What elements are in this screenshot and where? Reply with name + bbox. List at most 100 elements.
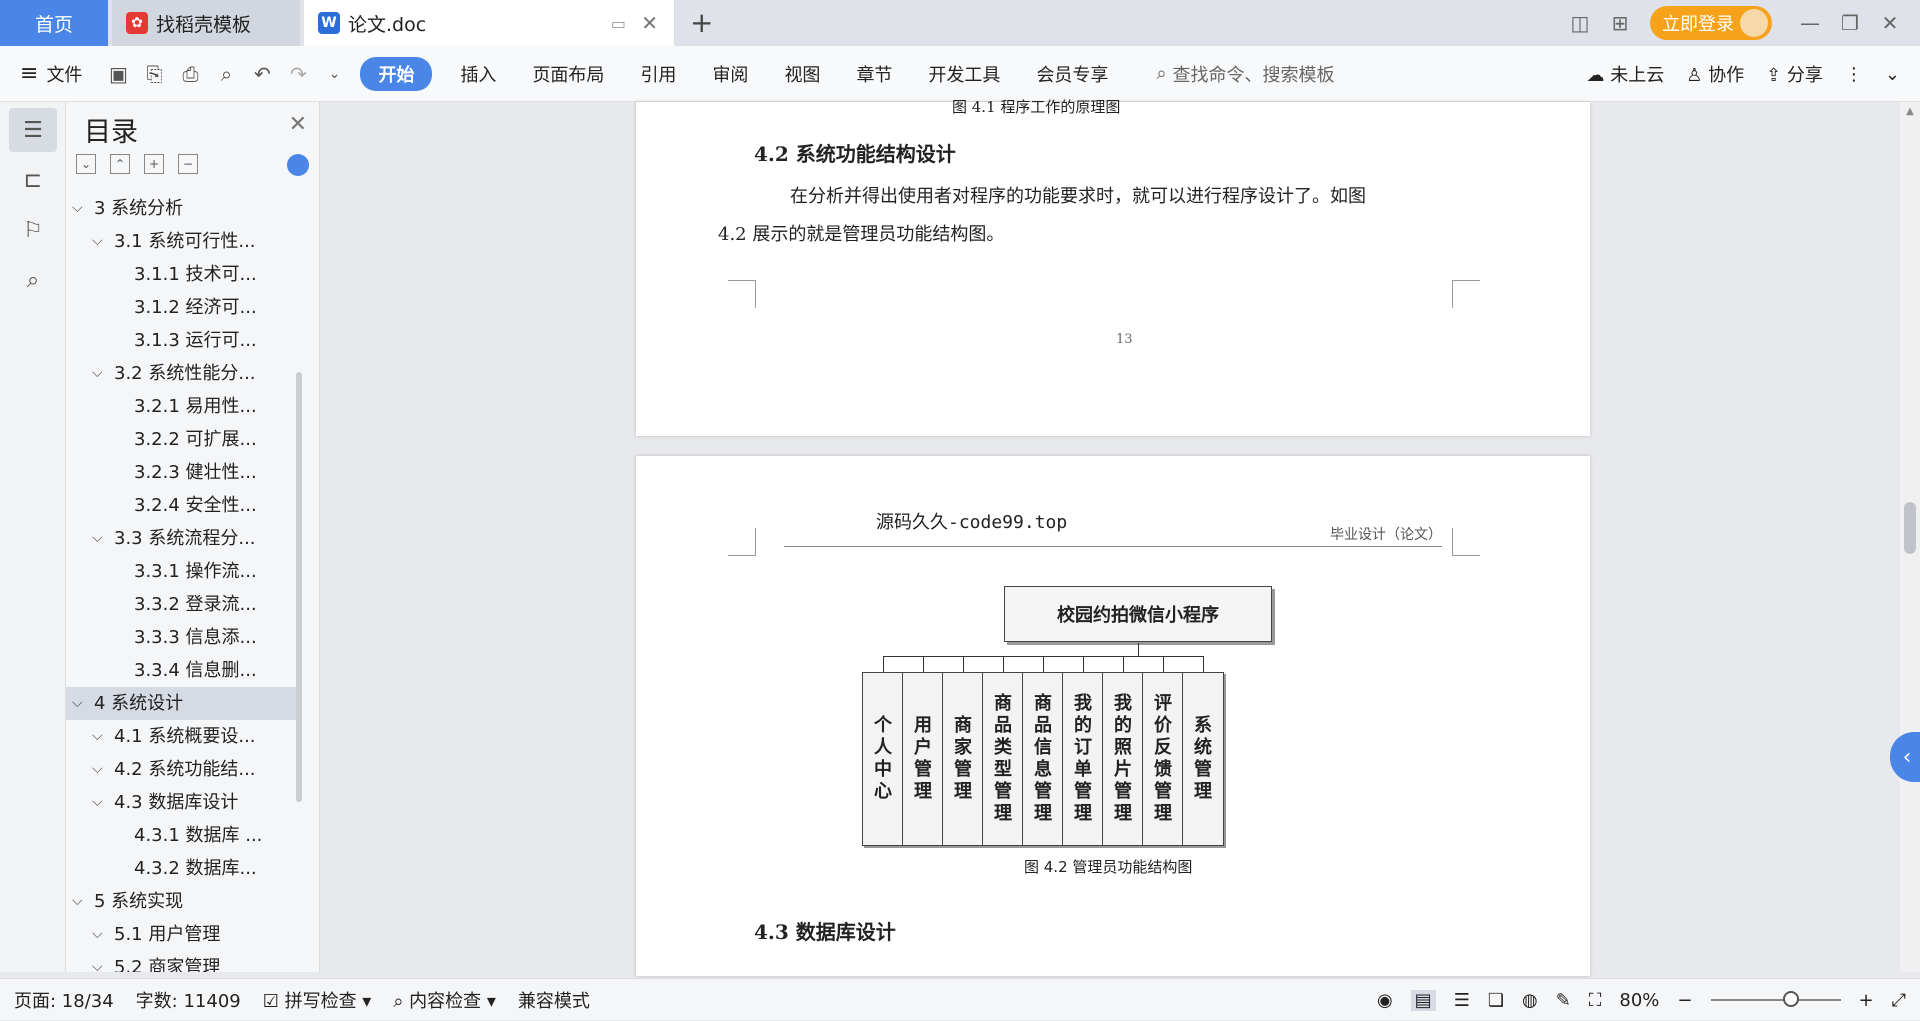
undo-icon[interactable]: ↶ xyxy=(244,62,280,86)
redo-icon[interactable]: ↷ xyxy=(280,62,316,86)
toc-item[interactable]: ⌵ 5.2 商家管理 xyxy=(66,951,296,972)
page-view-icon[interactable]: ▤ xyxy=(1410,989,1436,1011)
menu-reference[interactable]: 引用 xyxy=(622,61,694,87)
fit-page-icon[interactable]: ⛶ xyxy=(1589,990,1602,1011)
collapse-all-icon[interactable]: ⌄ xyxy=(76,154,96,174)
zoom-out-icon[interactable]: − xyxy=(1677,990,1692,1011)
cloud-button[interactable]: ☁ 未上云 xyxy=(1586,61,1664,87)
share-button[interactable]: ⇪ 分享 xyxy=(1766,61,1823,87)
export-pdf-icon[interactable]: ⎘ xyxy=(136,62,172,86)
scroll-up-icon[interactable]: ▲ xyxy=(1900,106,1920,117)
chevron-down-icon[interactable]: ⌵ xyxy=(92,522,103,555)
close-window-icon[interactable]: ✕ xyxy=(1870,11,1910,35)
minimize-icon[interactable]: — xyxy=(1790,11,1830,35)
restore-icon[interactable]: ❐ xyxy=(1830,11,1870,35)
chevron-down-icon[interactable]: ⌵ xyxy=(92,720,103,753)
scroll-thumb[interactable] xyxy=(1904,502,1916,554)
read-view-icon[interactable]: ❏ xyxy=(1488,990,1504,1011)
tab-document[interactable]: W 论文.doc ▭ ✕ xyxy=(304,0,674,46)
menu-start[interactable]: 开始 xyxy=(360,56,433,91)
toc-item[interactable]: 3.1.2 经济可... xyxy=(66,291,296,324)
toc-item[interactable]: 3.2.1 易用性... xyxy=(66,390,296,423)
more-options-icon[interactable]: ⋮ xyxy=(1845,64,1863,85)
toc-item[interactable]: ⌵ 4 系统设计 xyxy=(66,687,296,720)
eye-protect-icon[interactable]: ◉ xyxy=(1377,990,1393,1011)
chevron-down-icon[interactable]: ⌵ xyxy=(92,786,103,819)
toc-item[interactable]: 3.3.1 操作流... xyxy=(66,555,296,588)
chevron-down-icon[interactable]: ⌵ xyxy=(92,357,103,390)
login-button[interactable]: 立即登录 xyxy=(1650,6,1772,40)
tab-home[interactable]: 首页 xyxy=(0,0,108,46)
tab-template[interactable]: ✿ 找稻壳模板 xyxy=(112,0,300,46)
toc-item[interactable]: ⌵ 4.2 系统功能结... xyxy=(66,753,296,786)
remove-heading-icon[interactable]: − xyxy=(178,154,198,174)
toc-item[interactable]: 3.1.3 运行可... xyxy=(66,324,296,357)
add-tab-icon[interactable]: + xyxy=(690,6,713,39)
toc-scrollbar[interactable] xyxy=(296,372,302,802)
page-indicator[interactable]: 页面: 18/34 xyxy=(14,987,114,1013)
toc-item[interactable]: ⌵ 3.2 系统性能分... xyxy=(66,357,296,390)
toc-item[interactable]: ⌵ 3 系统分析 xyxy=(66,192,296,225)
toc-item[interactable]: ⌵ 3.3 系统流程分... xyxy=(66,522,296,555)
menu-page-layout[interactable]: 页面布局 xyxy=(514,61,622,87)
chevron-down-icon[interactable]: ⌵ xyxy=(72,192,83,225)
fullscreen-icon[interactable]: ⤢ xyxy=(1892,990,1906,1011)
toc-item[interactable]: ⌵ 5 系统实现 xyxy=(66,885,296,918)
zoom-in-icon[interactable]: + xyxy=(1859,990,1874,1011)
print-preview-icon[interactable]: ⌕ xyxy=(208,62,244,86)
find-icon[interactable]: ⌕ xyxy=(9,258,57,302)
toc-item[interactable]: 3.3.2 登录流... xyxy=(66,588,296,621)
apps-grid-icon[interactable]: ⊞ xyxy=(1600,11,1640,35)
bookmark-icon[interactable]: ⚐ xyxy=(9,208,57,252)
navigation-icon[interactable]: ⊏ xyxy=(9,158,57,202)
expand-all-icon[interactable]: ⌃ xyxy=(110,154,130,174)
menu-insert[interactable]: 插入 xyxy=(442,61,514,87)
menu-member[interactable]: 会员专享 xyxy=(1018,61,1126,87)
menu-view[interactable]: 视图 xyxy=(766,61,838,87)
chevron-down-icon[interactable]: ⌵ xyxy=(92,918,103,951)
monitor-icon[interactable]: ▭ xyxy=(611,14,626,33)
file-menu-button[interactable]: ≡ 文件 xyxy=(20,61,82,87)
word-count[interactable]: 字数: 11409 xyxy=(136,987,241,1013)
chevron-down-icon[interactable]: ⌵ xyxy=(72,885,83,918)
menu-review[interactable]: 审阅 xyxy=(694,61,766,87)
chevron-down-icon[interactable]: ⌵ xyxy=(92,225,103,258)
spell-check-button[interactable]: ☑ 拼写检查 ▾ xyxy=(263,987,372,1013)
close-icon[interactable]: ✕ xyxy=(289,112,307,137)
toc-panel-icon[interactable]: ☰ xyxy=(9,108,57,152)
toc-item[interactable]: 4.3.2 数据库... xyxy=(66,852,296,885)
toc-item[interactable]: 3.2.3 健壮性... xyxy=(66,456,296,489)
toc-item[interactable]: 3.1.1 技术可... xyxy=(66,258,296,291)
save-icon[interactable]: ▣ xyxy=(100,62,136,86)
content-check-button[interactable]: ⌕ 内容检查 ▾ xyxy=(393,987,496,1013)
toc-item[interactable]: 3.3.3 信息添... xyxy=(66,621,296,654)
outline-view-icon[interactable]: ☰ xyxy=(1454,990,1470,1011)
toc-item[interactable]: 4.3.1 数据库 ... xyxy=(66,819,296,852)
menu-chapter[interactable]: 章节 xyxy=(838,61,910,87)
toc-item[interactable]: 3.2.4 安全性... xyxy=(66,489,296,522)
zoom-slider-knob[interactable] xyxy=(1782,991,1799,1007)
toc-item[interactable]: 3.2.2 可扩展... xyxy=(66,423,296,456)
toc-item[interactable]: ⌵ 3.1 系统可行性... xyxy=(66,225,296,258)
vertical-scrollbar[interactable]: ▲ xyxy=(1900,102,1920,972)
zoom-level[interactable]: 80% xyxy=(1619,990,1659,1011)
toc-item[interactable]: ⌵ 4.3 数据库设计 xyxy=(66,786,296,819)
chevron-down-icon[interactable]: ⌵ xyxy=(72,687,83,720)
print-icon[interactable]: ⎙ xyxy=(172,62,208,86)
zoom-slider[interactable] xyxy=(1710,991,1841,1007)
add-heading-icon[interactable]: + xyxy=(144,154,164,174)
ai-assistant-icon[interactable] xyxy=(287,154,309,176)
menu-developer[interactable]: 开发工具 xyxy=(910,61,1018,87)
web-view-icon[interactable]: ◍ xyxy=(1522,990,1538,1011)
chevron-down-icon[interactable]: ⌵ xyxy=(92,951,103,972)
chevron-down-icon[interactable]: ⌵ xyxy=(92,753,103,786)
command-search-input[interactable]: ⌕ 查找命令、搜索模板 xyxy=(1156,61,1334,87)
pen-icon[interactable]: ✎ xyxy=(1556,990,1571,1011)
more-chevron-icon[interactable]: ⌄ xyxy=(316,66,352,82)
collapse-ribbon-icon[interactable]: ⌄ xyxy=(1885,64,1900,85)
collab-button[interactable]: ♙ 协作 xyxy=(1686,61,1744,87)
toc-item[interactable]: ⌵ 5.1 用户管理 xyxy=(66,918,296,951)
close-tab-icon[interactable]: ✕ xyxy=(641,11,658,35)
toc-item[interactable]: ⌵ 4.1 系统概要设... xyxy=(66,720,296,753)
reading-layout-icon[interactable]: ◫ xyxy=(1560,11,1600,35)
